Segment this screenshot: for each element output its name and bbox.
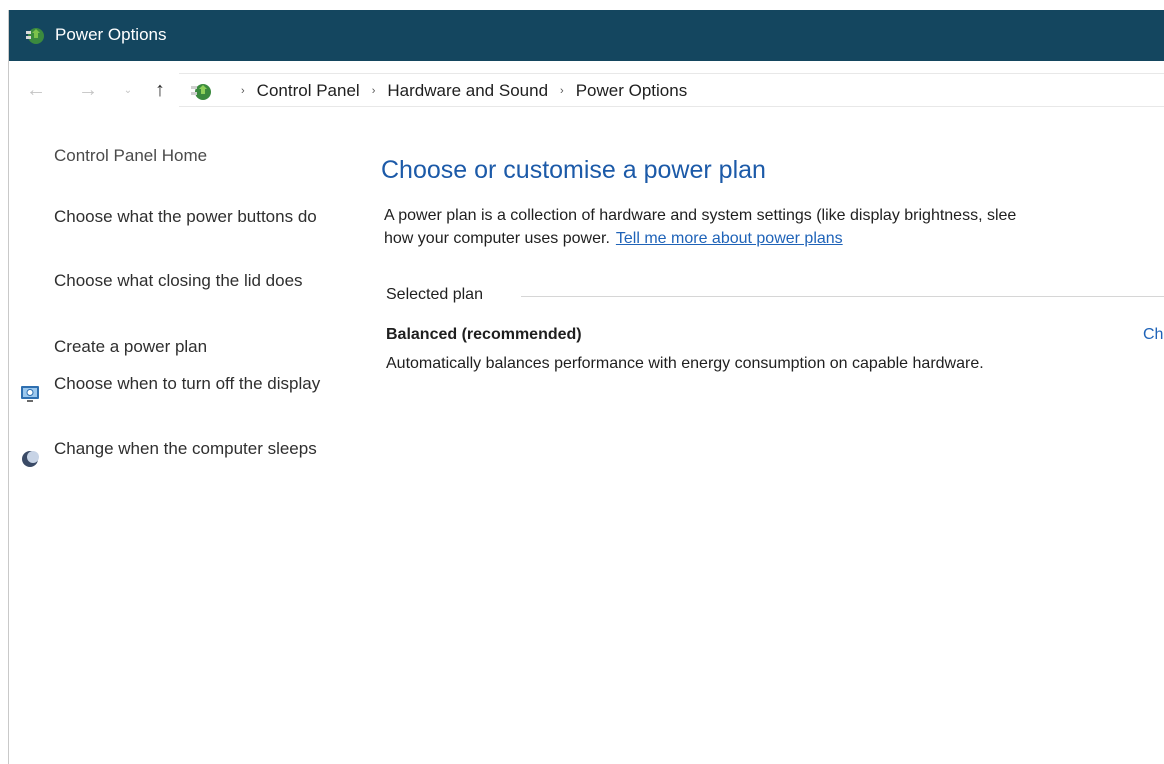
- recent-locations-button[interactable]: ⌄: [121, 78, 135, 102]
- breadcrumb-separator[interactable]: ›: [372, 85, 376, 97]
- breadcrumb-hardware-and-sound[interactable]: Hardware and Sound: [387, 81, 548, 101]
- plan-description: Automatically balances performance with …: [386, 355, 984, 372]
- up-arrow-icon: ↑: [155, 78, 165, 101]
- display-icon: [21, 386, 39, 402]
- description-line-2: how your computer uses power. Tell me mor…: [384, 230, 843, 248]
- address-field[interactable]: › Control Panel › Hardware and Sound › P…: [179, 73, 1164, 107]
- breadcrumb-separator[interactable]: ›: [560, 85, 564, 97]
- sidebar-link-computer-sleeps[interactable]: Change when the computer sleeps: [54, 436, 324, 462]
- back-arrow-icon: ←: [26, 78, 46, 101]
- section-divider: [521, 296, 1164, 297]
- up-button[interactable]: ↑: [147, 78, 173, 102]
- forward-arrow-icon: →: [78, 78, 98, 101]
- back-button[interactable]: ←: [23, 78, 49, 102]
- description-text: how your computer uses power.: [384, 230, 610, 247]
- power-options-icon: [26, 28, 44, 44]
- change-plan-settings-link[interactable]: Cha: [1143, 326, 1164, 344]
- sidebar-link-turn-off-display[interactable]: Choose when to turn off the display: [54, 371, 324, 397]
- sidebar-link-create-plan[interactable]: Create a power plan: [54, 334, 324, 360]
- address-bar: ← → ⌄ ↑ › Control Panel › Hardware and S…: [9, 70, 1164, 110]
- control-panel-icon: [191, 84, 211, 100]
- breadcrumb-control-panel[interactable]: Control Panel: [257, 81, 360, 101]
- plan-name: Balanced (recommended): [386, 326, 582, 343]
- breadcrumb-power-options[interactable]: Power Options: [576, 81, 688, 101]
- breadcrumb: › Control Panel › Hardware and Sound › P…: [229, 81, 687, 101]
- forward-button[interactable]: →: [75, 78, 101, 102]
- tell-me-more-link[interactable]: Tell me more about power plans: [616, 230, 843, 247]
- power-options-window: Power Options ← → ⌄ ↑ › Control Panel ›: [8, 10, 1164, 764]
- sleep-moon-icon: [22, 451, 39, 467]
- title-bar[interactable]: Power Options: [9, 10, 1164, 61]
- sidebar-link-power-buttons[interactable]: Choose what the power buttons do: [54, 204, 324, 230]
- window-title: Power Options: [55, 25, 167, 44]
- breadcrumb-separator: ›: [241, 85, 245, 97]
- control-panel-home-link[interactable]: Control Panel Home: [54, 146, 207, 166]
- chevron-down-icon: ⌄: [123, 84, 133, 96]
- sidebar-link-closing-lid[interactable]: Choose what closing the lid does: [54, 268, 324, 294]
- selected-plan-label: Selected plan: [386, 286, 483, 303]
- page-title: Choose or customise a power plan: [381, 156, 766, 184]
- description-line-1: A power plan is a collection of hardware…: [384, 207, 1017, 224]
